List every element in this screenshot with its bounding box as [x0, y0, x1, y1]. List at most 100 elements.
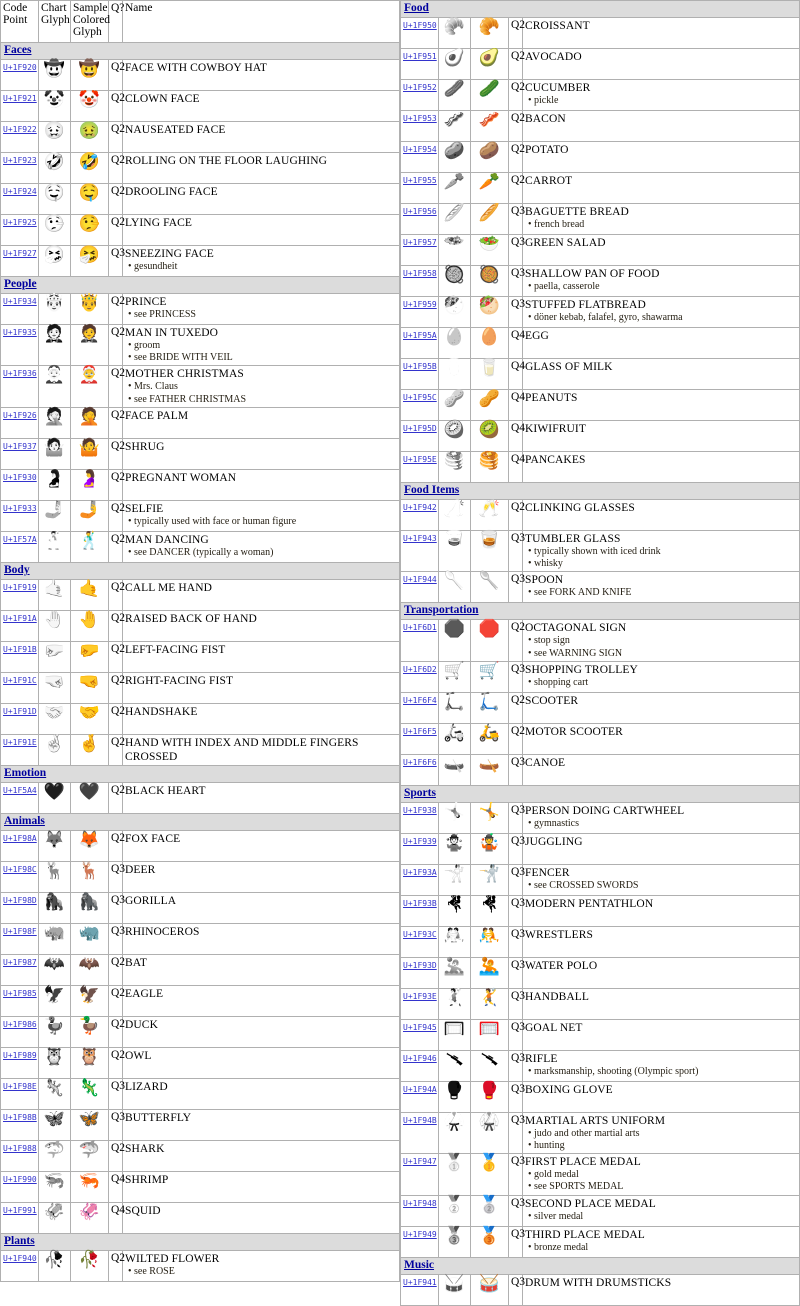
code-point-link[interactable]: U+1F91B — [3, 645, 37, 654]
code-point-link[interactable]: U+1F6D2 — [403, 665, 437, 674]
code-point-link[interactable]: U+1F954 — [403, 145, 437, 154]
code-point-link[interactable]: U+1F6F4 — [403, 696, 437, 705]
code-point-link[interactable]: U+1F93C — [403, 930, 437, 939]
code-point-link[interactable]: U+1F91C — [3, 676, 37, 685]
code-point-link[interactable]: U+1F949 — [403, 1230, 437, 1239]
code-point-link[interactable]: U+1F950 — [403, 21, 437, 30]
code-point-link[interactable]: U+1F944 — [403, 575, 437, 584]
section-link[interactable]: Faces — [4, 44, 31, 56]
code-point-cell: U+1F923 — [0, 152, 39, 184]
code-point-link[interactable]: U+1F989 — [3, 1051, 37, 1060]
code-point-link[interactable]: U+1F937 — [3, 442, 37, 451]
chart-glyph-icon: 🥛 — [443, 358, 466, 378]
chart-glyph-icon: 🤦 — [43, 406, 66, 427]
code-point-link[interactable]: U+1F987 — [3, 958, 37, 967]
code-point-link[interactable]: U+1F952 — [403, 83, 437, 92]
code-point-link[interactable]: U+1F947 — [403, 1157, 437, 1166]
code-point-link[interactable]: U+1F95A — [403, 331, 437, 340]
code-point-link[interactable]: U+1F921 — [3, 94, 37, 103]
code-point-link[interactable]: U+1F942 — [403, 503, 437, 512]
code-point-link[interactable]: U+1F946 — [403, 1054, 437, 1063]
code-point-link[interactable]: U+1F951 — [403, 52, 437, 61]
section-link[interactable]: Music — [404, 1259, 434, 1271]
chart-glyph-icon: 🤙 — [43, 578, 66, 599]
code-point-link[interactable]: U+1F985 — [3, 989, 37, 998]
code-point-link[interactable]: U+1F927 — [3, 249, 37, 258]
code-point-link[interactable]: U+1F5A4 — [3, 786, 37, 795]
code-point-link[interactable]: U+1F943 — [403, 534, 437, 543]
code-point-link[interactable]: U+1F94B — [403, 1116, 437, 1125]
section-link[interactable]: Body — [4, 564, 30, 576]
code-point-link[interactable]: U+1F958 — [403, 269, 437, 278]
emoji-name: OWL — [125, 1049, 152, 1062]
code-point-link[interactable]: U+1F94A — [403, 1085, 437, 1094]
code-point-link[interactable]: U+1F93A — [403, 868, 437, 877]
code-point-link[interactable]: U+1F98B — [3, 1113, 37, 1122]
code-point-link[interactable]: U+1F91A — [3, 614, 37, 623]
code-point-link[interactable]: U+1F930 — [3, 473, 37, 482]
code-point-link[interactable]: U+1F955 — [403, 176, 437, 185]
code-point-link[interactable]: U+1F986 — [3, 1020, 37, 1029]
code-point-link[interactable]: U+1F933 — [3, 504, 37, 513]
code-point-link[interactable]: U+1F956 — [403, 207, 437, 216]
code-point-link[interactable]: U+1F924 — [3, 187, 37, 196]
code-point-link[interactable]: U+1F922 — [3, 125, 37, 134]
code-point-link[interactable]: U+1F988 — [3, 1144, 37, 1153]
code-point-link[interactable]: U+1F936 — [3, 369, 37, 378]
section-link[interactable]: Food Items — [404, 484, 459, 496]
quarter-cell: Q4 — [508, 327, 525, 359]
code-point-link[interactable]: U+1F93B — [403, 899, 437, 908]
code-point-link[interactable]: U+1F945 — [403, 1023, 437, 1032]
section-link[interactable]: Plants — [4, 1235, 35, 1247]
quarter-cell: Q3 — [108, 922, 125, 955]
code-point-link[interactable]: U+1F939 — [403, 837, 437, 846]
code-point-link[interactable]: U+1F935 — [3, 328, 37, 337]
quarter-cell: Q2 — [108, 152, 125, 184]
code-point-link[interactable]: U+1F953 — [403, 114, 437, 123]
code-point-link[interactable]: U+1F98D — [3, 896, 37, 905]
code-point-link[interactable]: U+1F95D — [403, 424, 437, 433]
code-point-link[interactable]: U+1F57A — [3, 535, 37, 544]
code-point-link[interactable]: U+1F925 — [3, 218, 37, 227]
code-point-link[interactable]: U+1F93E — [403, 992, 437, 1001]
chart-glyph-icon: 🤴 — [43, 293, 66, 313]
code-point-link[interactable]: U+1F940 — [3, 1254, 37, 1263]
section-link[interactable]: People — [4, 278, 37, 290]
name-cell: BOXING GLOVE — [522, 1080, 800, 1113]
code-point-link[interactable]: U+1F934 — [3, 297, 37, 306]
section-link[interactable]: Sports — [404, 787, 436, 799]
code-point-link[interactable]: U+1F93D — [403, 961, 437, 970]
code-point-link[interactable]: U+1F941 — [403, 1278, 437, 1287]
code-point-link[interactable]: U+1F95C — [403, 393, 437, 402]
section-link[interactable]: Animals — [4, 815, 45, 827]
chart-glyph-icon: 🦆 — [43, 1015, 66, 1036]
code-point-link[interactable]: U+1F991 — [3, 1206, 37, 1215]
code-point-link[interactable]: U+1F959 — [403, 300, 437, 309]
code-point-link[interactable]: U+1F6F5 — [403, 727, 437, 736]
code-point-link[interactable]: U+1F948 — [403, 1199, 437, 1208]
code-point-link[interactable]: U+1F98F — [3, 927, 37, 936]
code-point-link[interactable]: U+1F95B — [403, 362, 437, 371]
code-point-link[interactable]: U+1F919 — [3, 583, 37, 592]
sample-colored-glyph-cell: 🦐 — [70, 1170, 109, 1203]
code-point-link[interactable]: U+1F98E — [3, 1082, 37, 1091]
code-point-link[interactable]: U+1F920 — [3, 63, 37, 72]
section-link[interactable]: Emotion — [4, 767, 46, 779]
code-point-link[interactable]: U+1F957 — [403, 238, 437, 247]
code-point-link[interactable]: U+1F98A — [3, 834, 37, 843]
code-point-link[interactable]: U+1F926 — [3, 411, 37, 420]
name-cell: LEFT-FACING FIST — [122, 640, 400, 673]
code-point-link[interactable]: U+1F990 — [3, 1175, 37, 1184]
section-link[interactable]: Transportation — [404, 604, 479, 616]
section-link[interactable]: Food — [404, 2, 429, 14]
code-point-link[interactable]: U+1F6F6 — [403, 758, 437, 767]
code-point-link[interactable]: U+1F98C — [3, 865, 37, 874]
emoji-name: MAN DANCING — [125, 533, 209, 546]
code-point-link[interactable]: U+1F923 — [3, 156, 37, 165]
emoji-annotation: stop sign — [525, 635, 797, 647]
code-point-link[interactable]: U+1F91E — [3, 738, 37, 747]
code-point-link[interactable]: U+1F95E — [403, 455, 437, 464]
code-point-link[interactable]: U+1F6D1 — [403, 623, 437, 632]
code-point-link[interactable]: U+1F938 — [403, 806, 437, 815]
code-point-link[interactable]: U+1F91D — [3, 707, 37, 716]
